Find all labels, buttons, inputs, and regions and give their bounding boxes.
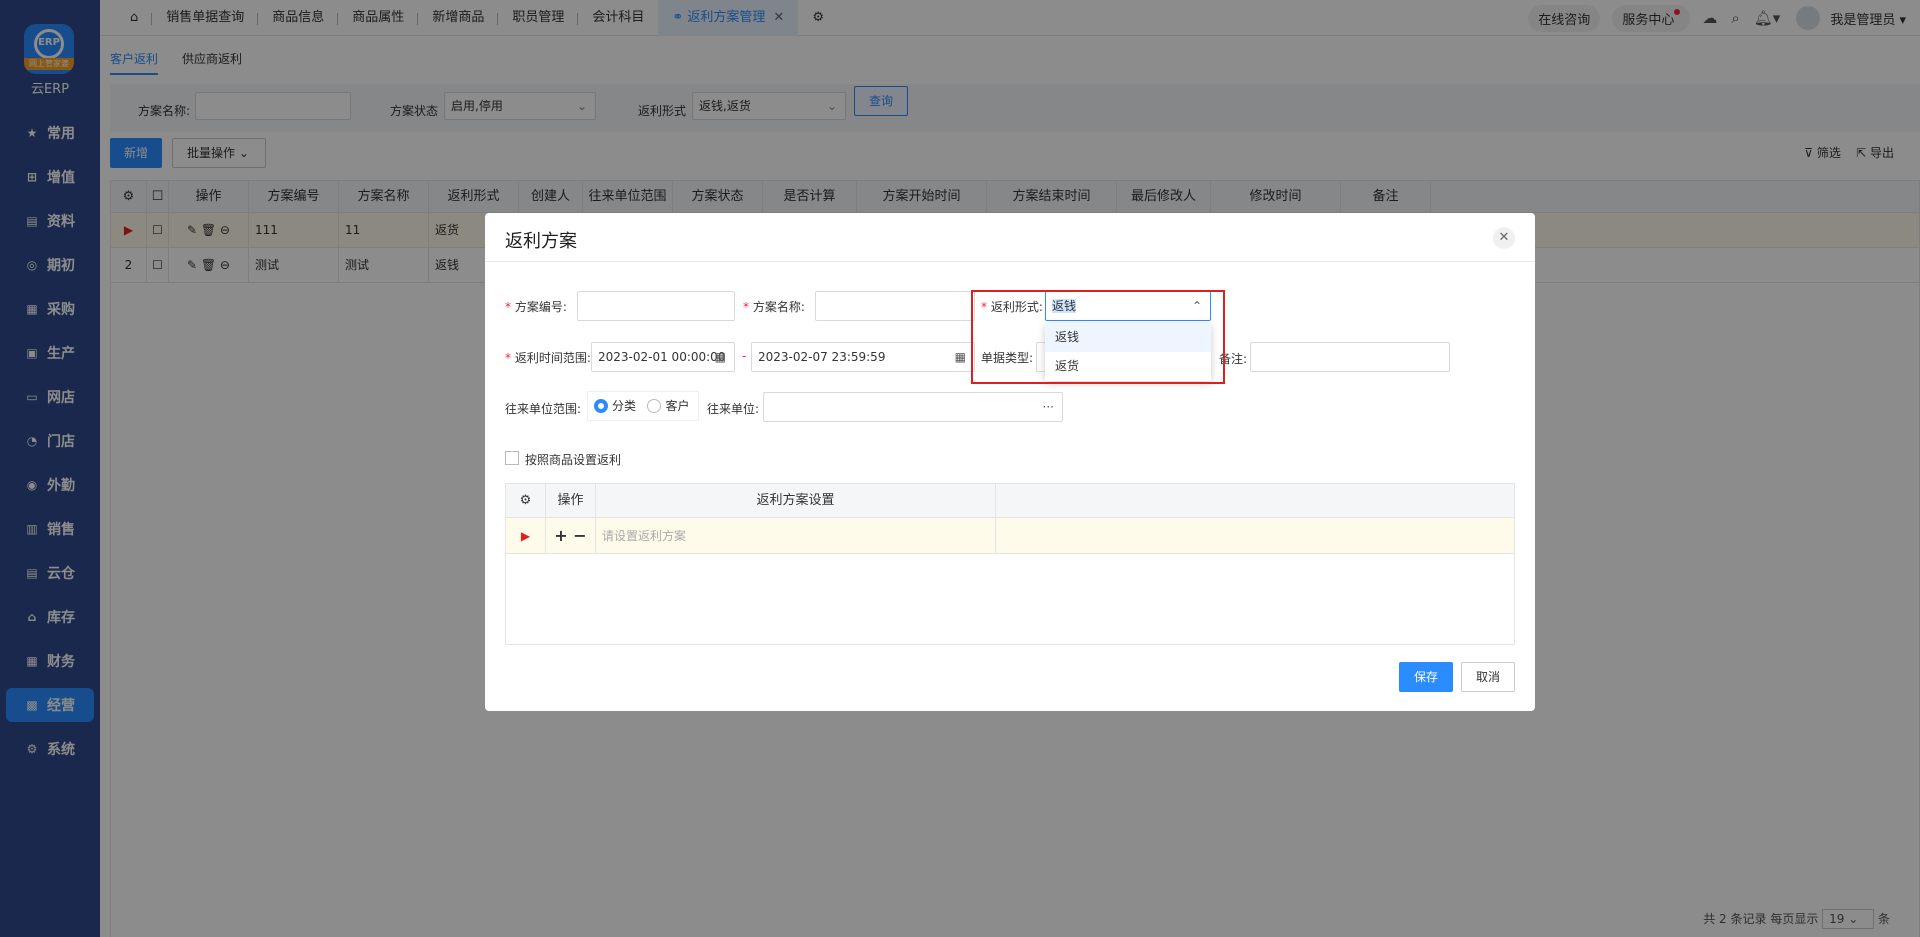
start-date-value: 2023-02-01 00:00:00 <box>598 350 726 364</box>
highlight-box <box>971 290 1225 384</box>
rebate-settings-grid: ⚙ 操作 返利方案设置 ▶ + − 请设置返利方案 <box>505 483 1515 645</box>
name-input[interactable] <box>815 291 975 321</box>
remark-input[interactable] <box>1250 342 1450 372</box>
scope-radio-group: 分类 客户 <box>587 391 699 421</box>
row-pointer-icon: ▶ <box>506 518 546 553</box>
time-label: * 返利时间范围: <box>505 351 591 365</box>
start-date-input[interactable]: 2023-02-01 00:00:00 ▦ <box>591 342 735 372</box>
dialog-title: 返利方案 <box>505 231 577 252</box>
settings-col-setting: 返利方案设置 <box>596 484 996 517</box>
more-icon[interactable]: ··· <box>1043 393 1054 421</box>
settings-row[interactable]: ▶ + − 请设置返利方案 <box>506 518 1514 554</box>
calendar-icon: ▦ <box>714 350 726 364</box>
gear-icon[interactable]: ⚙ <box>506 484 546 517</box>
radio-checked-icon <box>594 399 608 413</box>
calendar-icon: ▦ <box>954 350 966 364</box>
scope-opt1-label: 分类 <box>612 399 637 413</box>
code-label-text: 方案编号: <box>514 300 567 314</box>
time-label-text: 返利时间范围: <box>514 351 591 365</box>
radio-icon <box>647 399 662 413</box>
end-date-value: 2023-02-07 23:59:59 <box>758 350 886 364</box>
scope-opt2-label: 客户 <box>665 399 690 413</box>
close-icon[interactable]: ✕ <box>1493 227 1515 249</box>
scope-radio-customer[interactable]: 客户 <box>647 399 689 413</box>
save-button[interactable]: 保存 <box>1399 662 1453 692</box>
settings-col-op: 操作 <box>546 484 596 517</box>
name-label: * 方案名称: <box>743 300 805 314</box>
end-date-input[interactable]: 2023-02-07 23:59:59 ▦ <box>751 342 975 372</box>
code-input[interactable] <box>577 291 735 321</box>
name-label-text: 方案名称: <box>752 300 805 314</box>
date-dash: - <box>742 349 747 363</box>
row-add-remove[interactable]: + − <box>546 518 596 553</box>
code-label: * 方案编号: <box>505 300 567 314</box>
scope-label: 往来单位范围: <box>505 402 582 416</box>
settings-header: ⚙ 操作 返利方案设置 <box>506 484 1514 518</box>
divider <box>485 261 1535 262</box>
unit-input[interactable]: ··· <box>763 392 1063 422</box>
cancel-button[interactable]: 取消 <box>1461 662 1515 692</box>
rebate-dialog: 返利方案 ✕ * 方案编号: * 方案名称: * 返利形式: 返钱 ⌃ * 返利时… <box>485 213 1535 711</box>
by-product-checkbox[interactable] <box>505 451 519 465</box>
unit-label: 往来单位: <box>707 402 760 416</box>
scope-radio-category[interactable]: 分类 <box>594 399 636 413</box>
by-product-label: 按照商品设置返利 <box>525 453 622 467</box>
settings-placeholder[interactable]: 请设置返利方案 <box>596 518 996 553</box>
